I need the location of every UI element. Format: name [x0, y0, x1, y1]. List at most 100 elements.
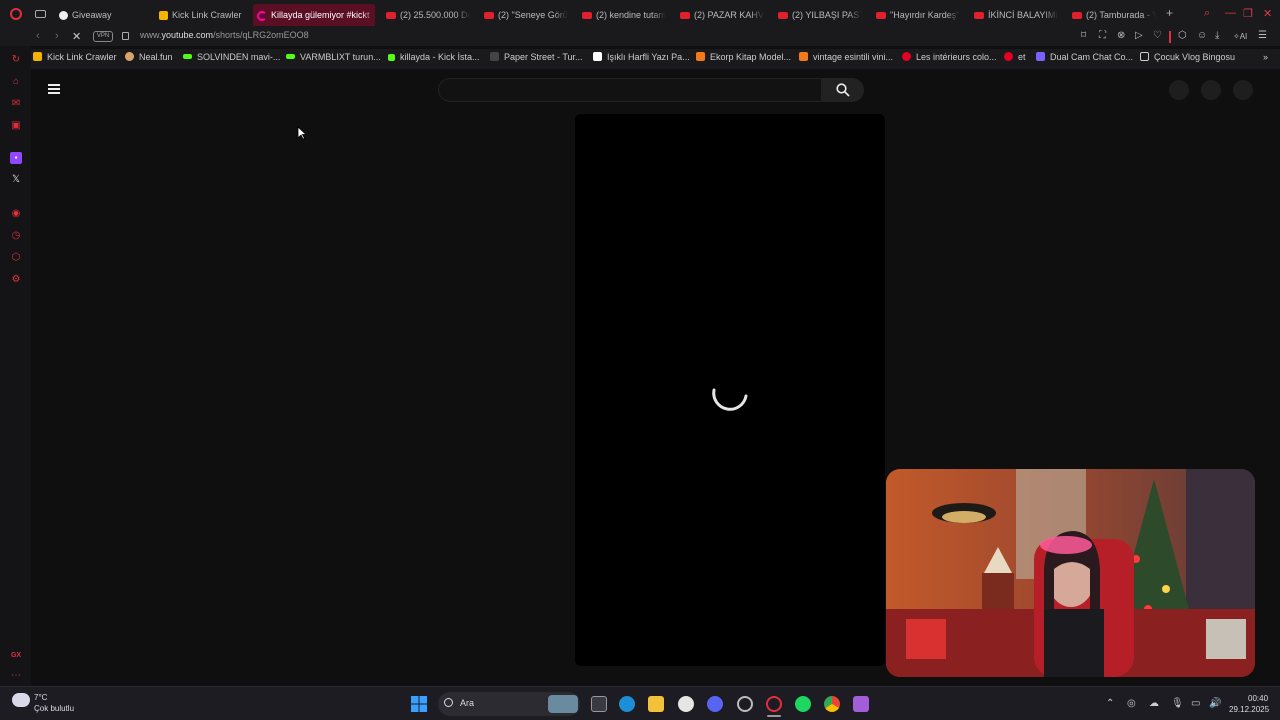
- task-view-icon[interactable]: [591, 696, 607, 712]
- weather-temperature[interactable]: 7°C: [34, 693, 47, 702]
- news-icon[interactable]: ▣: [10, 120, 22, 132]
- bookmark-label: Les intérieurs colo...: [916, 52, 997, 62]
- bookmark-label: Ekorp Kitap Model...: [710, 52, 792, 62]
- bookmark-item[interactable]: Çocuk Vlog Bingosu: [1140, 52, 1235, 62]
- tray-app-icon[interactable]: ◎: [1127, 698, 1136, 709]
- tab-youtube[interactable]: (2) Tamburada - Y: [1068, 4, 1156, 26]
- settings-icon[interactable]: ⚙: [10, 274, 22, 286]
- trendyol-favicon-icon: [696, 52, 705, 61]
- guide-menu-icon[interactable]: [48, 84, 60, 94]
- sparkle-icon: ✧: [1233, 32, 1240, 41]
- url-path: /shorts/qLRG2omEOO8: [213, 30, 309, 40]
- file-explorer-icon[interactable]: [648, 696, 664, 712]
- bookmark-item[interactable]: SOLVINDEN mavi-...: [183, 52, 280, 62]
- bookmark-item[interactable]: Ekorp Kitap Model...: [696, 52, 791, 62]
- gx-corner-icon[interactable]: GX: [10, 650, 22, 662]
- puzzle-icon[interactable]: ⬡: [1178, 30, 1187, 41]
- app-icon[interactable]: [853, 696, 869, 712]
- messenger-icon[interactable]: ✉: [10, 98, 22, 110]
- menu-icon[interactable]: ☰: [1258, 30, 1267, 41]
- opera-logo-icon[interactable]: [10, 8, 22, 20]
- forward-icon[interactable]: ›: [55, 30, 59, 42]
- windows-start-icon[interactable]: [411, 696, 427, 712]
- edge-icon[interactable]: [619, 696, 635, 712]
- more-bookmarks-icon[interactable]: »: [1263, 52, 1268, 62]
- bookmark-item[interactable]: et: [1004, 52, 1026, 62]
- discord-icon[interactable]: [707, 696, 723, 712]
- opera-gx-icon[interactable]: [766, 696, 782, 712]
- tab-island-icon[interactable]: [35, 10, 46, 18]
- snapshot-icon[interactable]: ⛶: [1099, 30, 1106, 41]
- tab-youtube[interactable]: (2) PAZAR KAHVA: [676, 4, 764, 26]
- browser-sidebar: ↻ ⌂ ✉ ▣ ▪ 𝕏 ◉ ◷ ⬡ ⚙ GX ⋯: [0, 46, 31, 686]
- bookmark-item[interactable]: vintage esintili vini...: [799, 52, 893, 62]
- search-placeholder: Ara: [460, 698, 475, 708]
- taskbar-search-box[interactable]: Ara: [438, 692, 580, 716]
- search-button[interactable]: [822, 78, 864, 102]
- weather-description[interactable]: Çok bulutlu: [34, 704, 74, 713]
- bookmark-item[interactable]: Dual Cam Chat Co...: [1036, 52, 1133, 62]
- network-icon[interactable]: ▭: [1191, 698, 1200, 709]
- search-tabs-icon[interactable]: ⌕: [1204, 7, 1210, 20]
- speed-dial-icon[interactable]: ↻: [10, 54, 22, 66]
- extensions-sidebar-icon[interactable]: ⬡: [10, 252, 22, 264]
- onedrive-icon[interactable]: ☁: [1149, 698, 1159, 709]
- bookmark-item[interactable]: Neal.fun: [125, 52, 173, 62]
- active-app-indicator: [767, 715, 781, 717]
- tab-youtube[interactable]: İKİNCİ BALAYIMIZ: [970, 4, 1058, 26]
- shopping-icon[interactable]: ⌂: [10, 76, 22, 88]
- tab-youtube[interactable]: (2) YILBAŞI PASTA: [774, 4, 862, 26]
- bookmark-item[interactable]: Işıklı Harfli Yazı Pa...: [593, 52, 690, 62]
- bookmark-item[interactable]: killayda - Kick İsta...: [388, 52, 480, 62]
- profile-icon[interactable]: ☺: [1197, 30, 1207, 41]
- bookmark-page-icon[interactable]: ⌑: [1081, 30, 1086, 41]
- player-icon[interactable]: ◉: [10, 208, 22, 220]
- microphone-icon[interactable]: 🎙: [1171, 698, 1184, 709]
- play-icon[interactable]: ▷: [1135, 30, 1143, 41]
- vpn-badge[interactable]: VPN: [93, 31, 113, 42]
- bookmark-item[interactable]: Paper Street - Tur...: [490, 52, 583, 62]
- new-tab-icon[interactable]: +: [1166, 6, 1173, 20]
- tab-youtube[interactable]: (2) kendine tutam: [578, 4, 666, 26]
- steam-icon[interactable]: [678, 696, 694, 712]
- close-icon[interactable]: ✕: [1263, 7, 1272, 20]
- opera-gx-running-icon[interactable]: [737, 696, 753, 712]
- url-field[interactable]: www.youtube.com/shorts/qLRG2omEOO8: [140, 30, 309, 40]
- tab-giveaway[interactable]: Giveaway: [55, 4, 150, 26]
- search-input[interactable]: [438, 78, 822, 102]
- download-icon[interactable]: ⤓: [1215, 30, 1219, 41]
- tab-youtube[interactable]: "Hayırdır Kardeş": [872, 4, 960, 26]
- spotify-icon[interactable]: [795, 696, 811, 712]
- bookmark-label: Paper Street - Tur...: [504, 52, 583, 62]
- heart-icon[interactable]: ♡: [1153, 30, 1162, 41]
- tab-youtube[interactable]: (2) 25.500.000 De: [382, 4, 470, 26]
- weather-icon[interactable]: [12, 693, 30, 707]
- extensions-icon[interactable]: ⊗: [1117, 30, 1125, 41]
- volume-icon[interactable]: 🔊: [1209, 698, 1221, 709]
- search-icon: [836, 83, 850, 97]
- bookmarks-bar: Kick Link Crawler Neal.fun SOLVINDEN mav…: [0, 49, 1280, 69]
- bookmark-label: vintage esintili vini...: [813, 52, 894, 62]
- clock-date[interactable]: 29.12.2025: [1229, 705, 1269, 714]
- minimize-icon[interactable]: —: [1225, 7, 1236, 19]
- history-icon[interactable]: ◷: [10, 230, 22, 242]
- chrome-icon[interactable]: [824, 696, 840, 712]
- tab-killayda-active[interactable]: Killayda gülemiyor #kickt: [253, 4, 375, 26]
- bookmark-item[interactable]: VARMBLIXT turun...: [286, 52, 381, 62]
- chevron-up-icon[interactable]: ⌃: [1106, 698, 1114, 709]
- back-icon[interactable]: ‹: [36, 30, 40, 42]
- twitch-icon[interactable]: ▪: [10, 152, 22, 164]
- x-icon[interactable]: 𝕏: [10, 174, 22, 186]
- tab-youtube[interactable]: (2) "Seneye Görü: [480, 4, 568, 26]
- bookmark-label: SOLVINDEN mavi-...: [197, 52, 281, 62]
- clock-time[interactable]: 00:40: [1248, 694, 1268, 703]
- maximize-icon[interactable]: ❐: [1243, 7, 1253, 20]
- aria-ai-button[interactable]: ✧AI: [1233, 32, 1247, 41]
- tab-kick-link-crawler[interactable]: Kick Link Crawler: [155, 4, 250, 26]
- stop-loading-icon[interactable]: ✕: [72, 30, 81, 43]
- more-icon[interactable]: ⋯: [10, 670, 22, 682]
- youtube-favicon-icon: [1072, 12, 1082, 20]
- lock-icon[interactable]: [122, 32, 129, 40]
- bookmark-item[interactable]: Les intérieurs colo...: [902, 52, 997, 62]
- bookmark-item[interactable]: Kick Link Crawler: [33, 52, 117, 62]
